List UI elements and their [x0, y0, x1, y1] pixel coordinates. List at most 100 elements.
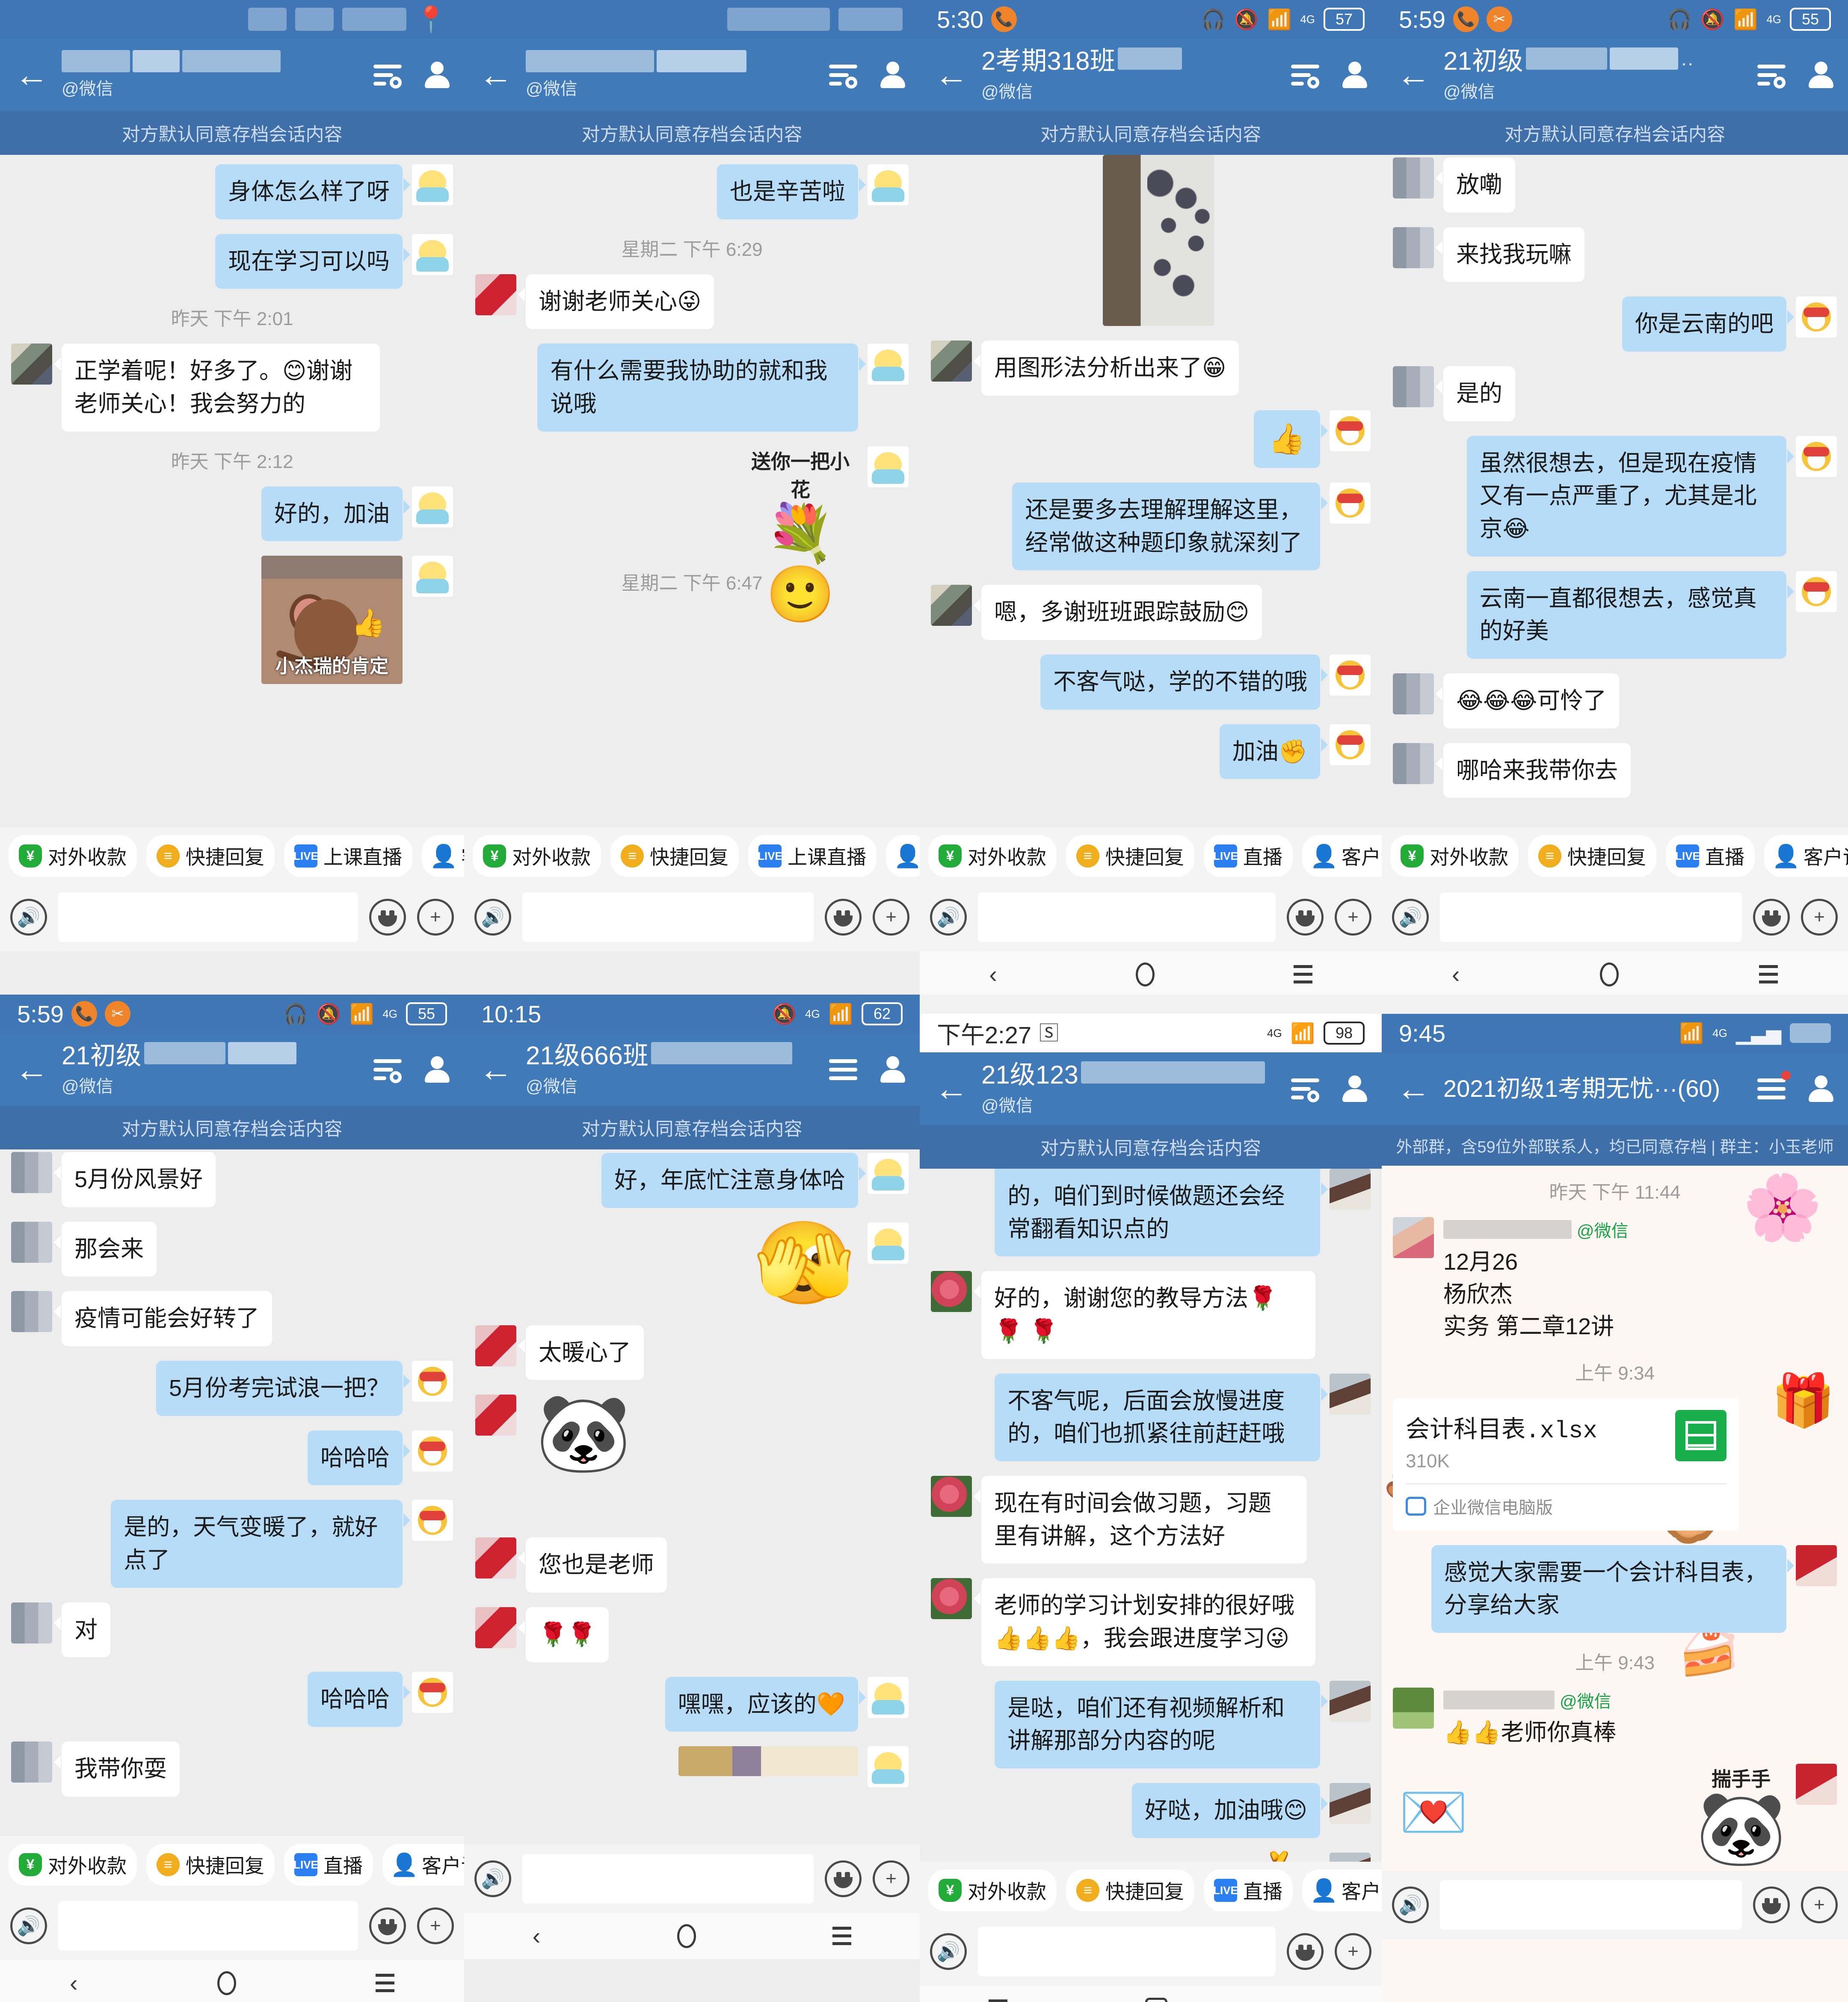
- back-button[interactable]: ←: [1396, 58, 1443, 92]
- quick-action-pay[interactable]: ¥ 对外收款: [9, 1844, 137, 1886]
- message-bubble[interactable]: 用图形法分析出来了😁: [973, 341, 1239, 396]
- message-bubble[interactable]: 那会来: [54, 1221, 157, 1277]
- avatar[interactable]: [412, 486, 453, 527]
- avatar[interactable]: [1330, 724, 1371, 765]
- avatar[interactable]: [475, 1607, 516, 1649]
- message-bubble[interactable]: 😂😂😂可怜了: [1435, 673, 1620, 729]
- avatar[interactable]: [931, 1271, 972, 1312]
- back-button[interactable]: ←: [1396, 1072, 1443, 1106]
- avatar[interactable]: [868, 1222, 909, 1264]
- contact-icon[interactable]: [425, 1056, 450, 1083]
- avatar[interactable]: [475, 274, 516, 315]
- back-button[interactable]: ←: [15, 1052, 62, 1087]
- emoji-icon[interactable]: [369, 1907, 406, 1944]
- nav-recents-icon[interactable]: [1293, 965, 1312, 984]
- add-icon[interactable]: +: [417, 899, 454, 936]
- message-bubble[interactable]: 好的，加油: [261, 486, 410, 542]
- avatar[interactable]: [1393, 673, 1434, 715]
- sticker-image[interactable]: 揣手手 🐼: [1696, 1764, 1786, 1865]
- avatar[interactable]: [868, 1676, 909, 1718]
- message-bubble[interactable]: 5月份考完试浪一把？: [156, 1361, 411, 1416]
- avatar[interactable]: [11, 1152, 52, 1193]
- avatar[interactable]: [11, 344, 52, 385]
- quick-action-live[interactable]: LIVE 直播: [284, 1844, 373, 1886]
- message-bubble[interactable]: 好的，谢谢您的教导方法🌹 🌹 🌹: [973, 1271, 1316, 1359]
- avatar[interactable]: [868, 344, 909, 385]
- back-button[interactable]: ←: [479, 58, 526, 92]
- quick-action-reply[interactable]: ≡ 快捷回复: [1066, 1869, 1194, 1911]
- filter-icon[interactable]: [1291, 1078, 1319, 1102]
- avatar[interactable]: [1393, 366, 1434, 408]
- message-bubble[interactable]: 现在有时间会做习题，习题里有讲解，这个方法好: [974, 1476, 1307, 1564]
- sticker-image[interactable]: 🫰: [1249, 1853, 1318, 1862]
- voice-icon[interactable]: 🔊: [930, 899, 967, 936]
- contact-icon[interactable]: [880, 1056, 905, 1083]
- avatar[interactable]: [868, 1746, 909, 1788]
- contact-icon[interactable]: [1342, 62, 1367, 88]
- filter-icon[interactable]: [373, 1058, 402, 1083]
- message-bubble[interactable]: 不客气哒，学的不错的哦: [1040, 654, 1328, 710]
- nav-back-icon[interactable]: ‹: [533, 1924, 541, 1948]
- message-bubble[interactable]: 是哒，咱们还有视频解析和讲解那部分内容的呢: [995, 1680, 1328, 1769]
- avatar[interactable]: [931, 1476, 972, 1517]
- photo-message[interactable]: [1103, 155, 1214, 326]
- avatar[interactable]: [868, 164, 909, 205]
- message-input[interactable]: [978, 892, 1276, 942]
- message-bubble[interactable]: 不客气呢，后面会放慢进度的，咱们也抓紧往前赶赶哦: [995, 1373, 1328, 1462]
- message-bubble[interactable]: 老师的学习计划安排的很好哦👍👍👍，我会跟进度学习😜: [973, 1578, 1316, 1666]
- quick-action-reply[interactable]: ≡ 快捷回复: [146, 1844, 275, 1886]
- add-icon[interactable]: +: [1335, 1933, 1371, 1970]
- avatar[interactable]: [1330, 410, 1371, 451]
- avatar[interactable]: [11, 1741, 52, 1783]
- quick-action-pay[interactable]: ¥ 对外收款: [928, 835, 1057, 877]
- message-bubble[interactable]: 哈哈哈: [308, 1672, 410, 1727]
- quick-action-pay[interactable]: ¥ 对外收款: [1390, 835, 1519, 877]
- message-bubble[interactable]: 身体怎么样了呀: [215, 164, 410, 219]
- message-bubble[interactable]: 我带你耍: [54, 1741, 180, 1797]
- quick-action-customer[interactable]: 👤: [886, 835, 920, 877]
- message-bubble[interactable]: 谢谢老师关心😜: [518, 274, 714, 329]
- message-bubble[interactable]: 👍: [1253, 410, 1328, 468]
- message-bubble[interactable]: 放嘞: [1436, 157, 1515, 213]
- emoji-icon[interactable]: [1287, 899, 1324, 936]
- nav-home-icon[interactable]: [677, 1924, 696, 1948]
- quick-action-live[interactable]: LIVE 上课直播: [284, 835, 412, 877]
- avatar[interactable]: [1393, 1688, 1434, 1729]
- avatar[interactable]: [931, 1578, 972, 1620]
- add-icon[interactable]: +: [873, 899, 909, 936]
- avatar[interactable]: [1796, 571, 1837, 612]
- quick-action-reply[interactable]: ≡ 快捷回复: [1066, 835, 1194, 877]
- message-input[interactable]: [58, 892, 358, 942]
- photo-message[interactable]: [678, 1746, 858, 1777]
- message-text[interactable]: 12月26 杨欣杰 实务 第二章12讲: [1443, 1246, 1629, 1343]
- quick-action-live[interactable]: LIVE 上课直播: [748, 835, 877, 877]
- message-bubble[interactable]: 感觉大家需要一个会计科目表，分享给大家: [1431, 1545, 1795, 1633]
- quick-action-reply[interactable]: ≡ 快捷回复: [610, 835, 739, 877]
- message-bubble[interactable]: 现在学习可以吗: [215, 234, 410, 289]
- message-bubble[interactable]: 嘿嘿，应该的🧡: [665, 1676, 866, 1732]
- message-text[interactable]: 👍👍老师你真棒: [1443, 1717, 1616, 1749]
- message-bubble[interactable]: 云南一直都很想去，感觉真的好美: [1466, 571, 1795, 659]
- nav-recents-icon[interactable]: [988, 1999, 1007, 2002]
- message-bubble[interactable]: 嗯，多谢班班跟踪鼓励😊: [973, 585, 1262, 640]
- avatar[interactable]: [868, 1153, 909, 1194]
- message-bubble[interactable]: 哪哈来我带你去: [1436, 743, 1631, 798]
- message-input[interactable]: [1440, 1880, 1742, 1930]
- quick-action-pay[interactable]: ¥ 对外收款: [928, 1869, 1057, 1911]
- sticker-image[interactable]: 送你一把小花 💐🙂: [743, 446, 858, 625]
- emoji-icon[interactable]: [1287, 1933, 1324, 1970]
- message-bubble[interactable]: 好，年底忙注意身体哈: [601, 1153, 866, 1208]
- quick-action-customer[interactable]: 👤客户详情: [382, 1844, 464, 1886]
- message-input[interactable]: [1440, 892, 1742, 942]
- message-bubble[interactable]: 来找我玩嘛: [1436, 227, 1584, 282]
- avatar[interactable]: [1796, 296, 1837, 338]
- message-input[interactable]: [978, 1927, 1276, 1976]
- meme-image[interactable]: 👍 小杰瑞的肯定: [261, 556, 403, 684]
- avatar[interactable]: [1393, 157, 1434, 198]
- nav-home-icon[interactable]: [217, 1971, 236, 1995]
- message-bubble[interactable]: 也是辛苦啦: [717, 164, 866, 219]
- avatar[interactable]: [11, 1291, 52, 1333]
- add-icon[interactable]: +: [1801, 1886, 1838, 1923]
- add-icon[interactable]: +: [417, 1907, 454, 1944]
- voice-icon[interactable]: 🔊: [474, 899, 511, 936]
